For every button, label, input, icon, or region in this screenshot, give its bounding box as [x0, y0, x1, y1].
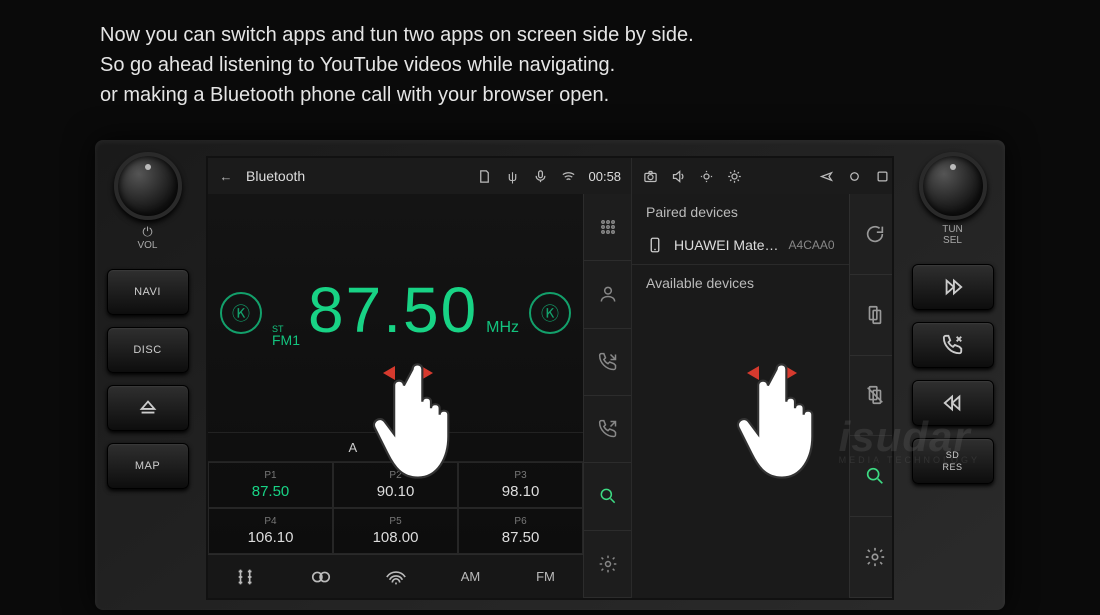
radio-bottom-bar: AM FM: [208, 554, 583, 598]
device-name: HUAWEI Mate…: [674, 237, 779, 253]
next-track-button[interactable]: [912, 264, 994, 310]
disc-button[interactable]: DISC: [107, 327, 189, 373]
navi-button[interactable]: NAVI: [107, 269, 189, 315]
status-bar-left: ← Bluetooth ψ 00:58: [208, 158, 631, 194]
ta-button[interactable]: A: [349, 440, 358, 455]
available-devices-title: Available devices: [632, 265, 849, 297]
left-physical-column: ⏻ VOL NAVI DISC MAP: [95, 140, 200, 610]
bt-side-icons: [849, 194, 894, 598]
preset-2[interactable]: P290.10: [333, 462, 458, 508]
settings-icon[interactable]: [584, 531, 631, 598]
brightness-down-icon[interactable]: [698, 168, 714, 184]
right-physical-column: TUN SEL SDRES: [900, 140, 1005, 610]
marketing-line: So go ahead listening to YouTube videos …: [100, 50, 694, 80]
frequency-unit: MHz: [486, 319, 519, 337]
volume-knob[interactable]: [114, 152, 182, 220]
fm-button[interactable]: FM: [524, 555, 568, 599]
head-unit: ⏻ VOL NAVI DISC MAP ← Bluetooth ψ 00:58: [95, 140, 1005, 610]
loop-icon[interactable]: [299, 555, 343, 599]
tune-up-button[interactable]: Ⓚ: [529, 292, 571, 334]
camera-icon[interactable]: [642, 168, 658, 184]
tuner-display: Ⓚ ST FM1 87.50 MHz Ⓚ: [208, 194, 583, 432]
nav-back-icon[interactable]: [819, 168, 835, 184]
preset-6[interactable]: P687.50: [458, 508, 583, 554]
phone-out-icon[interactable]: [584, 396, 631, 463]
status-title: Bluetooth: [246, 168, 305, 184]
preset-grid: P187.50 P290.10 P398.10 P4106.10 P5108.0…: [208, 462, 583, 554]
home-icon[interactable]: [847, 168, 863, 184]
phone-mute-button[interactable]: [912, 322, 994, 368]
keypad-icon[interactable]: [584, 194, 631, 261]
eject-button[interactable]: [107, 385, 189, 431]
preset-1[interactable]: P187.50: [208, 462, 333, 508]
back-icon[interactable]: ←: [218, 168, 234, 184]
contact-icon[interactable]: [584, 261, 631, 328]
signal-icon[interactable]: [374, 555, 418, 599]
marketing-line: Now you can switch apps and tun two apps…: [100, 20, 694, 50]
device-mac: A4CAA0: [789, 238, 835, 252]
search-devices-icon[interactable]: [850, 436, 894, 517]
pty-button[interactable]: PTY: [417, 440, 442, 455]
phone-device-icon: [646, 236, 664, 254]
search-icon[interactable]: [584, 463, 631, 530]
volume-knob-label: ⏻ VOL: [137, 224, 157, 251]
phone-in-icon[interactable]: [584, 329, 631, 396]
tune-knob-label: TUN SEL: [942, 224, 963, 246]
tune-down-button[interactable]: Ⓚ: [220, 292, 262, 334]
marketing-line: or making a Bluetooth phone call with yo…: [100, 80, 694, 110]
eq-icon[interactable]: [224, 555, 268, 599]
refresh-icon[interactable]: [850, 194, 894, 275]
recent-apps-icon[interactable]: [875, 168, 891, 184]
map-button[interactable]: MAP: [107, 443, 189, 489]
bt-settings-icon[interactable]: [850, 517, 894, 598]
frequency-value: 87.50: [308, 278, 478, 342]
tune-knob[interactable]: [919, 152, 987, 220]
prev-track-button[interactable]: [912, 380, 994, 426]
radio-body: Ⓚ ST FM1 87.50 MHz Ⓚ A PT: [208, 194, 631, 598]
radio-mid-row: A PTY: [208, 432, 583, 462]
preset-5[interactable]: P5108.00: [333, 508, 458, 554]
sd-card-icon: [477, 168, 493, 184]
sd-res-button[interactable]: SDRES: [912, 438, 994, 484]
pair-icon[interactable]: [850, 275, 894, 356]
marketing-copy: Now you can switch apps and tun two apps…: [100, 20, 694, 110]
am-button[interactable]: AM: [449, 555, 493, 599]
touchscreen: ← Bluetooth ψ 00:58 Ⓚ ST FM1: [206, 156, 894, 600]
preset-4[interactable]: P4106.10: [208, 508, 333, 554]
paired-devices-title: Paired devices: [632, 194, 849, 226]
app-pane-bluetooth: Paired devices HUAWEI Mate… A4CAA0 Avail…: [632, 158, 894, 598]
preset-3[interactable]: P398.10: [458, 462, 583, 508]
wifi-icon: [561, 168, 577, 184]
brightness-up-icon[interactable]: [726, 168, 742, 184]
app-pane-radio: ← Bluetooth ψ 00:58 Ⓚ ST FM1: [208, 158, 632, 598]
paired-device-row[interactable]: HUAWEI Mate… A4CAA0: [632, 226, 849, 265]
radio-side-icons: [583, 194, 631, 598]
unpair-icon[interactable]: [850, 356, 894, 437]
status-bar-right: [632, 158, 894, 194]
clock: 00:58: [589, 169, 622, 184]
usb-icon: ψ: [505, 168, 521, 184]
band-label: ST FM1: [272, 324, 300, 348]
mic-icon: [533, 168, 549, 184]
volume-icon[interactable]: [670, 168, 686, 184]
